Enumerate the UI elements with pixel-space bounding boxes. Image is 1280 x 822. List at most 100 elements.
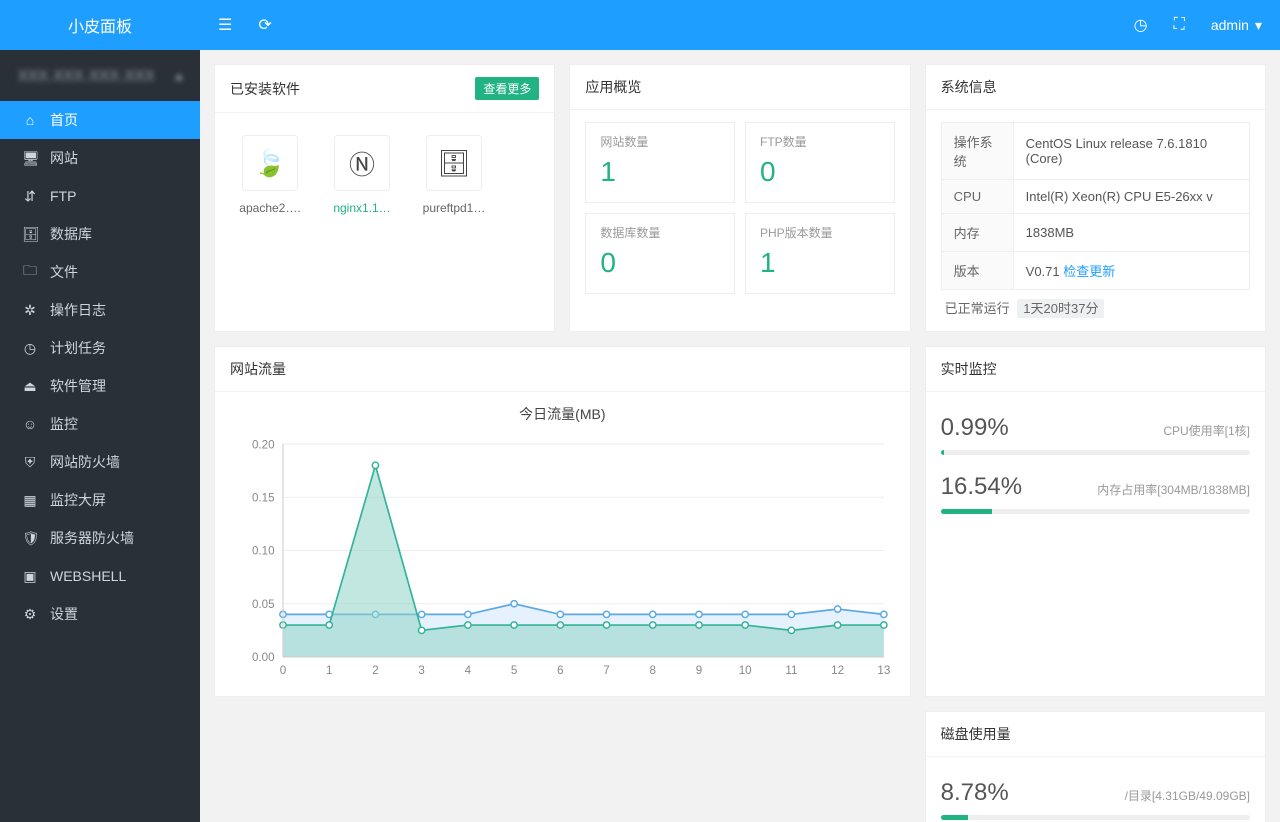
svg-text:0.05: 0.05 xyxy=(252,599,275,611)
monitor-icon: 🖥 xyxy=(22,150,38,167)
disk-body: 8.78%/目录[4.31GB/49.09GB]8.78%/www[4.31GB… xyxy=(926,757,1265,822)
sysinfo-table: 操作系统CentOS Linux release 7.6.1810 (Core)… xyxy=(941,122,1250,290)
software-item[interactable]: 🗄pureftpd1… xyxy=(418,135,490,215)
main-area: ☰ ⟳ ◷ ⛶ admin ▾ 已安装软件 查看更多 🍃apache2…. Ⓝng… xyxy=(200,0,1280,822)
sidebar-item-monitor[interactable]: 🖥 网站 xyxy=(0,139,200,177)
svg-text:0: 0 xyxy=(280,665,286,677)
svg-text:2: 2 xyxy=(372,665,378,677)
svg-text:10: 10 xyxy=(739,665,752,677)
traffic-chart: 0.000.050.100.150.20012345678910111213 xyxy=(225,430,900,690)
sysinfo-title: 系统信息 xyxy=(941,77,997,97)
meter-bar xyxy=(941,509,1250,514)
software-item[interactable]: Ⓝnginx1.1… xyxy=(326,135,398,215)
uptime-line: 已正常运行 1天20时37分 xyxy=(941,290,1250,319)
sidebar-collapse-icon[interactable]: ☰ xyxy=(218,15,232,35)
svg-text:7: 7 xyxy=(603,665,609,677)
content-grid: 已安装软件 查看更多 🍃apache2…. Ⓝnginx1.1… 🗄pureftpd… xyxy=(200,50,1280,822)
traffic-card: 网站流量 今日流量(MB) 0.000.050.100.150.20012345… xyxy=(214,346,911,697)
user-name: admin xyxy=(1211,17,1249,33)
sysinfo-value: 1838MB xyxy=(1013,214,1249,252)
sidebar-item-label: 监控大屏 xyxy=(50,490,106,510)
chart-title: 今日流量(MB) xyxy=(225,404,900,424)
overview-cell-value: 1 xyxy=(760,247,880,279)
installed-more-button[interactable]: 查看更多 xyxy=(475,77,539,100)
meter: 16.54%内存占用率[304MB/1838MB] xyxy=(941,473,1250,514)
meter-value: 0.99% xyxy=(941,414,1164,442)
installed-title: 已安装软件 xyxy=(230,79,475,99)
sidebar-item-home[interactable]: ⌂首页 xyxy=(0,101,200,139)
disk-title: 磁盘使用量 xyxy=(941,724,1011,744)
dashboard-icon[interactable]: ◷ xyxy=(1134,15,1148,35)
fullscreen-icon[interactable]: ⛶ xyxy=(1174,16,1185,34)
gear-icon: ⚙ xyxy=(22,606,38,623)
meter-value: 16.54% xyxy=(941,473,1098,501)
check-update-link[interactable]: 检查更新 xyxy=(1063,264,1115,279)
overview-cell: PHP版本数量 1 xyxy=(745,213,895,294)
svg-text:8: 8 xyxy=(650,665,656,677)
svg-text:5: 5 xyxy=(511,665,517,677)
sidebar-item-shield[interactable]: ⛨网站防火墙 xyxy=(0,443,200,481)
overview-title: 应用概览 xyxy=(585,77,641,97)
sidebar-item-label: 服务器防火墙 xyxy=(50,528,134,548)
sysinfo-value: Intel(R) Xeon(R) CPU E5-26xx v xyxy=(1013,180,1249,214)
svg-text:11: 11 xyxy=(785,665,797,677)
meter-label: CPU使用率[1核] xyxy=(1163,422,1250,439)
server-ip-box[interactable]: xxx.xxx.xxx.xxx ▴ xyxy=(0,50,200,101)
sidebar-item-label: 文件 xyxy=(50,262,78,282)
sidebar-item-label: WEBSHELL xyxy=(50,568,126,584)
sidebar-item-label: 软件管理 xyxy=(50,376,106,396)
uptime-value: 1天20时37分 xyxy=(1017,299,1104,318)
software-item[interactable]: 🍃apache2…. xyxy=(234,135,306,215)
sidebar-item-label: 计划任务 xyxy=(50,338,106,358)
svg-text:0.15: 0.15 xyxy=(252,492,275,504)
overview-cell-label: 数据库数量 xyxy=(600,224,720,241)
meter-label: 内存占用率[304MB/1838MB] xyxy=(1097,481,1250,498)
realtime-body: 0.99%CPU使用率[1核] 16.54%内存占用率[304MB/1838MB] xyxy=(926,392,1265,544)
uptime-label: 已正常运行 xyxy=(945,301,1010,316)
software-icon: 🗄 xyxy=(426,135,482,191)
overview-cell-value: 1 xyxy=(600,156,720,188)
sidebar-item-gauge[interactable]: ☺监控 xyxy=(0,405,200,443)
svg-text:0.00: 0.00 xyxy=(252,652,275,664)
realtime-title: 实时监控 xyxy=(941,359,997,379)
sidebar-item-label: 网站 xyxy=(50,148,78,168)
overview-cell-label: PHP版本数量 xyxy=(760,224,880,241)
sidebar-item-db[interactable]: 🗄数据库 xyxy=(0,215,200,253)
sidebar-item-ftp[interactable]: ⇵FTP xyxy=(0,177,200,215)
sysinfo-value: V0.71 检查更新 xyxy=(1013,252,1249,290)
sysinfo-key: 版本 xyxy=(941,252,1013,290)
sidebar-item-folder[interactable]: 🗀文件 xyxy=(0,253,200,291)
sidebar-item-log[interactable]: ✲操作日志 xyxy=(0,291,200,329)
meter-bar xyxy=(941,815,1250,820)
server-ip: xxx.xxx.xxx.xxx xyxy=(18,64,155,87)
sysinfo-key: 操作系统 xyxy=(941,123,1013,180)
sidebar-item-pkg[interactable]: ⏏软件管理 xyxy=(0,367,200,405)
caret-down-icon: ▾ xyxy=(1255,17,1262,34)
installed-software-card: 已安装软件 查看更多 🍃apache2…. Ⓝnginx1.1… 🗄pureftpd… xyxy=(214,64,555,332)
overview-cell-label: 网站数量 xyxy=(600,133,720,150)
sidebar-item-label: 监控 xyxy=(50,414,78,434)
sidebar-nav: ⌂首页 🖥 网站 ⇵FTP🗄数据库🗀文件✲操作日志◷计划任务⏏软件管理☺监控⛨网站防火… xyxy=(0,101,200,633)
meter-label: /目录[4.31GB/49.09GB] xyxy=(1125,787,1250,804)
refresh-icon[interactable]: ⟳ xyxy=(258,15,271,35)
sidebar-item-gear[interactable]: ⚙设置 xyxy=(0,595,200,633)
overview-cell-label: FTP数量 xyxy=(760,133,880,150)
software-list: 🍃apache2…. Ⓝnginx1.1… 🗄pureftpd1… xyxy=(230,125,539,221)
sidebar-item-clock[interactable]: ◷计划任务 xyxy=(0,329,200,367)
svg-text:6: 6 xyxy=(557,665,563,677)
svg-text:4: 4 xyxy=(465,665,472,677)
sysinfo-value: CentOS Linux release 7.6.1810 (Core) xyxy=(1013,123,1249,180)
sidebar-item-screen[interactable]: ▦ 监控大屏 xyxy=(0,481,200,519)
sysinfo-key: 内存 xyxy=(941,214,1013,252)
sidebar-item-label: 首页 xyxy=(50,110,78,130)
sidebar-item-shield2[interactable]: 🛡服务器防火墙 xyxy=(0,519,200,557)
sidebar-item-terminal[interactable]: ▣ WEBSHELL xyxy=(0,557,200,595)
svg-text:12: 12 xyxy=(831,665,844,677)
software-icon: Ⓝ xyxy=(334,135,390,191)
svg-text:1: 1 xyxy=(326,665,332,677)
user-menu[interactable]: admin ▾ xyxy=(1211,17,1262,34)
realtime-monitor-card: 实时监控 0.99%CPU使用率[1核] 16.54%内存占用率[304MB/18… xyxy=(925,346,1266,697)
screen-icon: ▦ xyxy=(22,492,38,509)
terminal-icon: ▣ xyxy=(22,568,38,585)
sidebar-item-label: 数据库 xyxy=(50,224,92,244)
